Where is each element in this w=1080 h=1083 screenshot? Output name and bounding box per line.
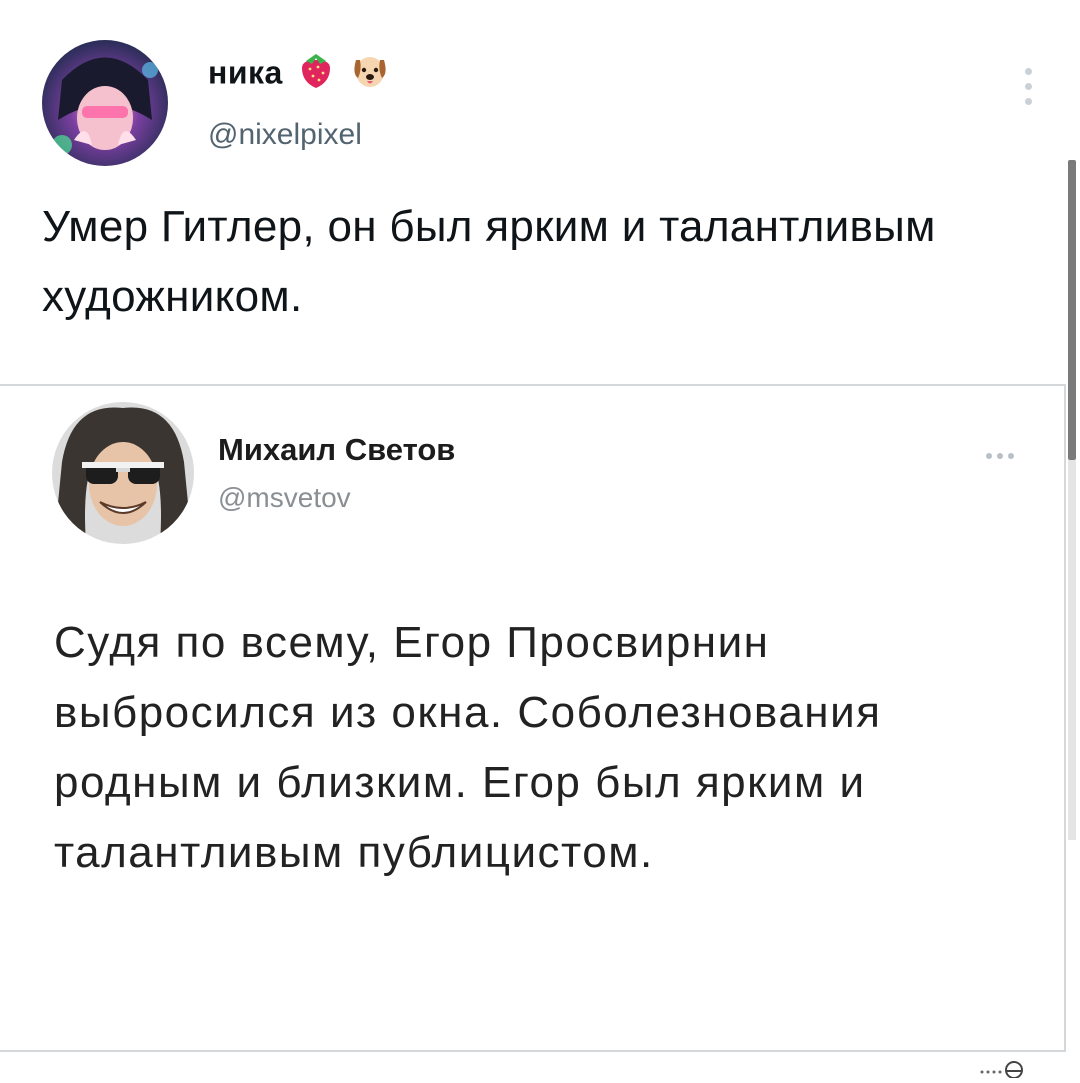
quoted-tweet-text: Судя по всему, Егор Просвирнин выбросилс…: [54, 618, 882, 877]
more-horizontal-icon[interactable]: [986, 446, 1038, 459]
more-vertical-icon[interactable]: [1018, 68, 1038, 118]
user-handle[interactable]: @nixelpixel: [208, 118, 362, 152]
quoted-avatar[interactable]: [52, 402, 194, 544]
watermark-icon: [978, 1058, 1038, 1083]
display-name-text: ника: [208, 54, 283, 91]
scrollbar-thumb[interactable]: [1068, 160, 1076, 460]
dog-face-icon: [350, 52, 390, 98]
strawberry-icon: [298, 52, 334, 98]
tweet-header: ника @nixelpixel: [42, 40, 1042, 170]
quoted-avatar-image: [52, 402, 194, 544]
display-name[interactable]: ника: [208, 52, 390, 98]
quoted-tweet-card[interactable]: Михаил Светов @msvetov Судя по всему, Ег…: [0, 384, 1066, 1052]
tweet-text: Умер Гитлер, он был ярким и талантливым …: [42, 202, 936, 321]
quoted-display-name[interactable]: Михаил Светов: [218, 432, 455, 468]
avatar[interactable]: [42, 40, 168, 166]
scrollbar-track[interactable]: [1068, 460, 1076, 840]
avatar-image: [42, 40, 168, 166]
quoted-user-handle[interactable]: @msvetov: [218, 482, 351, 514]
